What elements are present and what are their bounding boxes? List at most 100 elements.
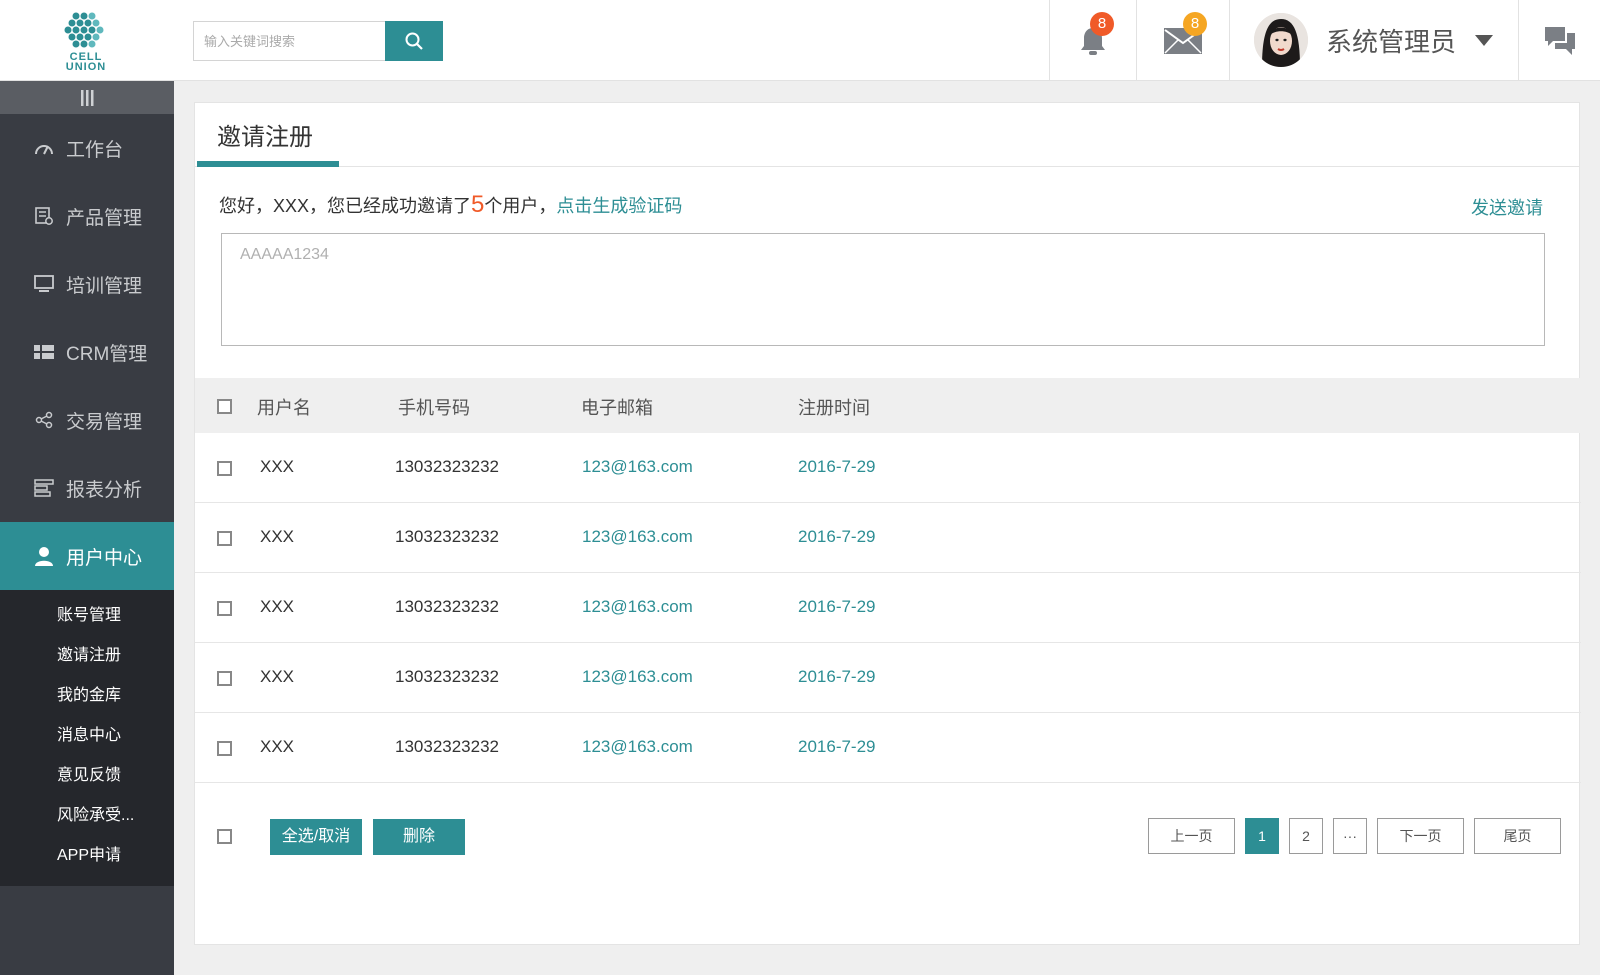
cell-date: 2016-7-29 [798,457,876,476]
page-title: 邀请注册 [217,124,313,151]
row-checkbox[interactable] [217,531,232,546]
menu-bars-icon [81,89,94,106]
invite-summary: 您好，XXX，您已经成功邀请了5个用户，点击生成验证码 [219,191,682,219]
cell-date: 2016-7-29 [798,597,876,616]
cell-phone: 13032323232 [395,457,500,476]
invite-suffix: 个用户， [484,196,557,216]
delete-button[interactable]: 删除 [373,819,465,855]
select-all-checkbox[interactable] [217,399,232,414]
sidebar-item-label: 工作台 [66,139,124,161]
sidebar-item-label: 交易管理 [66,411,143,433]
row-checkbox[interactable] [217,601,232,616]
prev-page-button[interactable]: 上一页 [1148,818,1235,854]
row-checkbox[interactable] [217,741,232,756]
cell-phone: 13032323232 [395,527,500,546]
search-button[interactable] [385,21,443,61]
column-email: 电子邮箱 [581,398,653,418]
cell-phone: 13032323232 [395,667,500,686]
cell-phone: 13032323232 [395,597,500,616]
sidebar-item-trading[interactable]: 交易管理 [0,386,174,454]
cell-username: XXX [260,667,295,686]
avatar[interactable] [1254,13,1308,67]
column-username: 用户名 [257,398,311,418]
chat-button[interactable] [1519,0,1600,81]
chevron-down-icon[interactable] [1475,35,1493,46]
subnav-messages[interactable]: 消息中心 [0,716,174,756]
row-checkbox[interactable] [217,461,232,476]
verification-code-field[interactable] [221,233,1545,346]
user-icon [34,546,54,566]
cell-email[interactable]: 123@163.com [582,667,693,687]
table-row: XXX 13032323232 123@163.com 2016-7-29 [195,433,1581,503]
logo-text: CELL UNION [65,51,107,73]
sidebar-item-label: 产品管理 [66,207,143,229]
messages-button[interactable]: 8 [1136,0,1229,81]
cell-username: XXX [260,527,295,546]
sidebar-item-crm[interactable]: CRM管理 [0,318,174,386]
cell-email[interactable]: 123@163.com [582,737,693,757]
sidebar-item-training[interactable]: 培训管理 [0,250,174,318]
invite-count: 5 [471,191,485,218]
sidebar-item-reports[interactable]: 报表分析 [0,454,174,522]
footer-select-checkbox[interactable] [217,829,232,844]
gauge-icon [34,138,54,158]
chat-bubbles-icon [1544,26,1575,55]
generate-code-link[interactable]: 点击生成验证码 [556,196,682,216]
table-row: XXX 13032323232 123@163.com 2016-7-29 [195,573,1581,643]
user-name: 系统管理员 [1326,27,1457,57]
cell-email[interactable]: 123@163.com [582,457,693,477]
subnav-app[interactable]: APP申请 [0,836,174,876]
subnav-feedback[interactable]: 意见反馈 [0,756,174,796]
title-underline [197,161,339,167]
invite-prefix: 您好，XXX，您已经成功邀请了 [219,196,472,216]
message-badge: 8 [1183,12,1207,36]
cell-email[interactable]: 123@163.com [582,527,693,547]
sidebar-item-label: 培训管理 [66,275,143,297]
page-ellipsis[interactable]: ··· [1333,818,1367,854]
cell-username: XXX [260,457,295,476]
table-row: XXX 13032323232 123@163.com 2016-7-29 [195,643,1581,713]
product-icon [34,206,54,226]
sidebar-item-products[interactable]: 产品管理 [0,182,174,250]
monitor-icon [34,274,54,294]
report-icon [34,478,54,498]
search-icon [405,32,423,50]
grid-icon [34,342,54,362]
subnav-vault[interactable]: 我的金库 [0,676,174,716]
page-2-button[interactable]: 2 [1289,818,1323,854]
subnav-invite[interactable]: 邀请注册 [0,636,174,676]
search-bar [193,21,443,61]
column-phone: 手机号码 [398,398,470,418]
user-menu[interactable]: 系统管理员 [1229,0,1519,81]
sidebar-item-label: 用户中心 [66,547,143,569]
cell-username: XXX [260,597,295,616]
table-row: XXX 13032323232 123@163.com 2016-7-29 [195,503,1581,573]
select-all-button[interactable]: 全选/取消 [270,819,362,855]
share-icon [34,410,54,430]
last-page-button[interactable]: 尾页 [1474,818,1561,854]
search-input[interactable] [193,21,385,61]
row-checkbox[interactable] [217,671,232,686]
page-1-button[interactable]: 1 [1245,818,1279,854]
sidebar-toggle[interactable] [0,81,174,114]
notification-badge: 8 [1090,12,1114,36]
main-panel: 邀请注册 您好，XXX，您已经成功邀请了5个用户，点击生成验证码 发送邀请 用户… [194,102,1581,945]
subnav-account[interactable]: 账号管理 [0,596,174,636]
top-bar: CELL UNION 8 8 [0,0,1600,81]
sidebar-item-user-center[interactable]: 用户中心 [0,522,174,590]
cell-date: 2016-7-29 [798,667,876,686]
table-header: 用户名 手机号码 电子邮箱 注册时间 [195,378,1581,433]
cell-email[interactable]: 123@163.com [582,597,693,617]
next-page-button[interactable]: 下一页 [1377,818,1464,854]
sidebar-item-dashboard[interactable]: 工作台 [0,114,174,182]
table-row: XXX 13032323232 123@163.com 2016-7-29 [195,713,1581,783]
notifications-button[interactable]: 8 [1049,0,1136,81]
subnav-risk[interactable]: 风险承受... [0,796,174,836]
cell-username: XXX [260,737,295,756]
sidebar-item-label: CRM管理 [66,343,148,365]
panel-header: 邀请注册 [195,103,1579,167]
cell-date: 2016-7-29 [798,527,876,546]
logo[interactable]: CELL UNION [50,8,122,74]
send-invite-link[interactable]: 发送邀请 [1471,194,1543,220]
cell-date: 2016-7-29 [798,737,876,756]
